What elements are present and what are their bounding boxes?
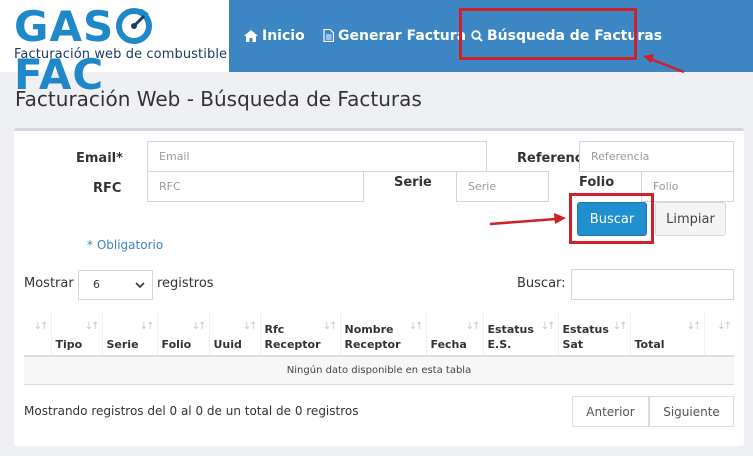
- sort-icon: ↓↑: [717, 321, 732, 332]
- page-size-select[interactable]: 6: [78, 270, 153, 300]
- sort-icon: ↓↑: [612, 321, 628, 332]
- annotation-arrow-icon: [643, 54, 685, 74]
- referencia-field[interactable]: [579, 141, 734, 172]
- table-header-row: ↓↑ ↓↑ Tipo ↓↑ Serie ↓↑ Folio ↓↑ Uuid ↓↑ Rfc R…: [24, 311, 734, 357]
- empty-table-message: Ningún dato disponible en esta tabla: [24, 356, 734, 385]
- sort-icon: ↓↑: [139, 321, 155, 332]
- serie-field[interactable]: [456, 171, 549, 202]
- column-header-folio[interactable]: ↓↑ Folio: [157, 311, 210, 357]
- column-header-serie[interactable]: ↓↑ Serie: [102, 311, 158, 357]
- logo-part1: GAS: [14, 2, 115, 51]
- nav-item-generar-factura[interactable]: Generar Factura: [323, 0, 466, 72]
- column-header-estatus-sat[interactable]: ↓↑ Estatus Sat: [558, 311, 631, 357]
- email-label: Email*: [76, 151, 123, 166]
- buscar-highlight: [569, 193, 654, 244]
- table-row: Ningún dato disponible en esta tabla: [24, 356, 734, 385]
- table-search-input[interactable]: [571, 269, 734, 300]
- sort-icon: ↓↑: [322, 321, 338, 332]
- folio-field[interactable]: [641, 171, 734, 202]
- sort-icon: ↓↑: [242, 321, 258, 332]
- next-page-button[interactable]: Siguiente: [649, 396, 734, 427]
- chevron-down-icon: [135, 282, 145, 289]
- sort-icon: ↓↑: [686, 321, 702, 332]
- active-nav-highlight: [459, 8, 637, 60]
- sort-icon: ↓↑: [191, 321, 207, 332]
- nav-label: Generar Factura: [338, 28, 467, 44]
- serie-label: Serie: [394, 175, 432, 190]
- column-header-estatus-es[interactable]: ↓↑ Estatus E.S.: [483, 311, 559, 357]
- column-header-tipo[interactable]: ↓↑ Tipo: [51, 311, 103, 357]
- gauge-icon: [115, 7, 153, 45]
- nav-item-inicio[interactable]: Inicio: [244, 0, 305, 72]
- nav-label: Inicio: [262, 28, 305, 44]
- brand-tagline: Facturación web de combustible: [14, 47, 228, 62]
- column-header-rfc-receptor[interactable]: ↓↑ Rfc Receptor: [260, 311, 341, 357]
- folio-label: Folio: [579, 175, 615, 190]
- annotation-arrow-icon: [489, 213, 566, 226]
- page-size-value: 6: [93, 278, 100, 291]
- column-header-total[interactable]: ↓↑ Total: [630, 311, 705, 357]
- rfc-field[interactable]: [147, 171, 364, 202]
- sort-icon: ↓↑: [84, 321, 100, 332]
- page-title: Facturación Web - Búsqueda de Facturas: [15, 87, 422, 111]
- limpiar-button[interactable]: Limpiar: [655, 202, 726, 236]
- sort-icon: ↓↑: [540, 321, 556, 332]
- sort-icon: ↓↑: [408, 321, 424, 332]
- column-header-fecha[interactable]: ↓↑ Fecha: [426, 311, 484, 357]
- file-icon: [323, 28, 335, 43]
- sort-icon: ↓↑: [33, 321, 49, 332]
- brand-logo[interactable]: GASFAC Facturación web de combustible: [0, 0, 229, 99]
- previous-page-button[interactable]: Anterior: [572, 396, 649, 427]
- pagination-info: Mostrando registros del 0 al 0 de un tot…: [24, 404, 359, 418]
- table-search-label: Buscar:: [517, 276, 566, 291]
- column-header[interactable]: ↓↑: [24, 311, 52, 357]
- column-header-uuid[interactable]: ↓↑ Uuid: [209, 311, 261, 357]
- email-field[interactable]: [147, 141, 487, 172]
- rfc-label: RFC: [93, 181, 122, 196]
- home-icon: [244, 30, 258, 42]
- sort-icon: ↓↑: [465, 321, 481, 332]
- column-header[interactable]: ↓↑: [704, 311, 734, 357]
- column-header-nombre-receptor[interactable]: ↓↑ Nombre Receptor: [340, 311, 427, 357]
- records-label: registros: [157, 276, 214, 291]
- required-note: * Obligatorio: [87, 238, 164, 252]
- show-label: Mostrar: [24, 276, 74, 291]
- invoices-table: ↓↑ ↓↑ Tipo ↓↑ Serie ↓↑ Folio ↓↑ Uuid ↓↑ Rfc R…: [24, 311, 734, 385]
